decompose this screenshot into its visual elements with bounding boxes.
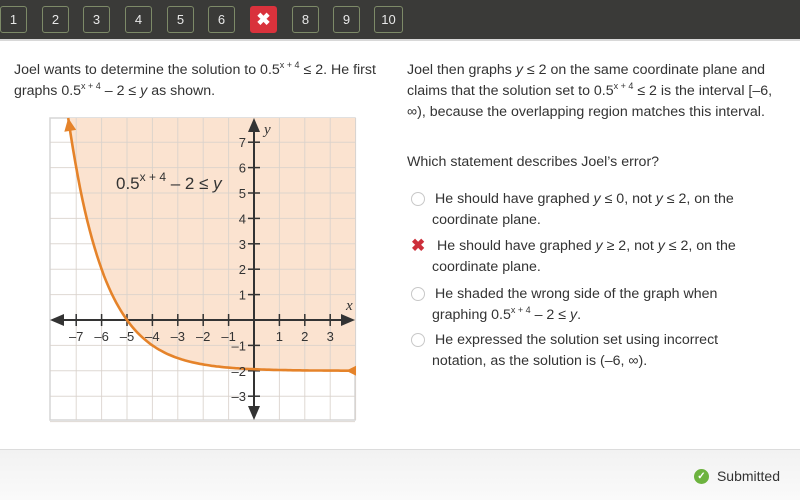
x-tick-label: –3: [171, 329, 185, 344]
option-text: He should have graphed: [435, 191, 594, 207]
radio-button[interactable]: [411, 192, 425, 206]
option-text: ≥ 2, not: [602, 238, 658, 254]
y-tick-label: 1: [239, 288, 246, 303]
x-tick-label: –5: [120, 329, 134, 344]
option-text: coordinate plane.: [432, 212, 541, 228]
option-text: He should have graphed: [437, 238, 596, 254]
footer-bar: ✓ Submitted: [0, 449, 800, 500]
answer-option-4[interactable]: He expressed the solution set using inco…: [407, 330, 792, 372]
option-text: He shaded the wrong side of the graph wh…: [435, 286, 718, 302]
y-tick-label: 5: [239, 186, 246, 201]
y-tick-label: –2: [232, 364, 246, 379]
y-tick-label: –3: [232, 389, 246, 404]
submitted-status: ✓ Submitted: [693, 468, 780, 484]
x-tick-label: –2: [196, 329, 210, 344]
inequality-label: 0.5x + 4 – 2 ≤ y: [116, 170, 223, 193]
claim-text: Joel then graphs: [407, 62, 516, 78]
option-text: coordinate plane.: [432, 259, 541, 275]
x-tick-label: –4: [145, 329, 159, 344]
x-tick-label: –6: [94, 329, 108, 344]
variable: y: [593, 191, 601, 207]
answer-option-1[interactable]: He should have graphed y ≤ 0, not y ≤ 2,…: [407, 189, 792, 231]
option-text: – 2 ≤: [530, 307, 570, 323]
x-tick-label: 2: [301, 329, 308, 344]
y-tick-label: 6: [239, 161, 246, 176]
answer-option-2-selected-incorrect[interactable]: ✖ He should have graphed y ≥ 2, not y ≤ …: [407, 236, 792, 278]
x-tick-label: 1: [276, 329, 283, 344]
y-tick-label: 2: [239, 262, 246, 277]
y-axis-label: y: [262, 122, 271, 138]
x-tick-label: 3: [327, 329, 334, 344]
check-circle-icon: ✓: [693, 468, 709, 484]
variable: y: [655, 191, 663, 207]
question-prompt: Which statement describes Joel’s error?: [407, 154, 660, 170]
x-tick-label: –7: [69, 329, 83, 344]
radio-button[interactable]: [411, 287, 425, 301]
option-text: ≤ 2, on the: [664, 238, 736, 254]
incorrect-x-icon: ✖: [411, 236, 426, 255]
option-text: ≤ 0, not: [600, 191, 656, 207]
answer-option-3[interactable]: He shaded the wrong side of the graph wh…: [407, 284, 792, 326]
x-axis-label: x: [345, 298, 353, 314]
radio-button[interactable]: [411, 333, 425, 347]
option-text: graphing 0.5: [432, 307, 511, 323]
exponent: x + 4: [510, 305, 531, 315]
coordinate-graph: –7 –6 –5 –4 –3 –2 –1 1 2 37654321–1–2–3xy 0.5x + …: [49, 117, 357, 423]
exponent: x + 4: [613, 81, 634, 91]
variable: y: [595, 238, 603, 254]
option-text: ≤ 2, on the: [662, 191, 734, 207]
y-tick-label: 4: [239, 211, 246, 226]
problem-claim: Joel then graphs y ≤ 2 on the same coord…: [407, 60, 792, 123]
y-tick-label: 3: [239, 237, 246, 252]
y-tick-label: 7: [239, 135, 246, 150]
option-text: He expressed the solution set using inco…: [435, 332, 719, 348]
y-tick-label: –1: [232, 338, 246, 353]
variable: y: [515, 62, 523, 78]
variable: y: [657, 238, 665, 254]
option-text: notation, as the solution is (–6, ∞).: [432, 353, 648, 369]
option-text: .: [577, 307, 582, 323]
status-text: Submitted: [716, 468, 780, 484]
